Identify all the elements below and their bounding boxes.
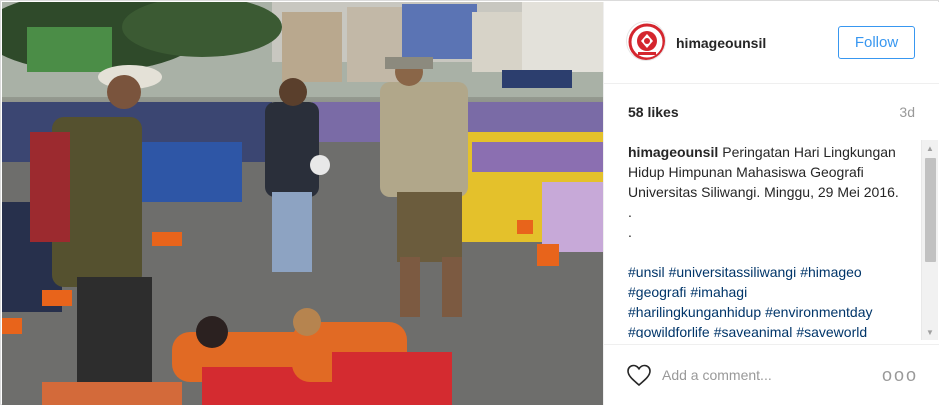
photo-illustration: [2, 2, 603, 405]
instagram-post-embed: himageounsil Follow 58 likes 3d himageou…: [0, 0, 939, 405]
post-age[interactable]: 3d: [899, 104, 915, 120]
hashtag-link[interactable]: #saveworld: [796, 324, 867, 338]
hashtag-link[interactable]: #environmentday: [765, 304, 872, 320]
like-count[interactable]: 58 likes: [628, 104, 679, 120]
post-header: himageounsil Follow: [604, 2, 939, 84]
hashtag-link[interactable]: #universitassiliwangi: [669, 264, 797, 280]
caption-dot: .: [628, 204, 632, 220]
caption-scrollbar[interactable]: ▲ ▼: [921, 140, 938, 340]
hashtag-link[interactable]: #saveanimal: [714, 324, 793, 338]
post-sidebar: himageounsil Follow 58 likes 3d himageou…: [603, 2, 939, 405]
himageo-logo-icon: [628, 23, 665, 60]
heart-outline-icon[interactable]: [626, 363, 652, 387]
follow-button[interactable]: Follow: [838, 26, 915, 59]
post-footer: ooo: [604, 344, 939, 405]
scroll-down-arrow-icon[interactable]: ▼: [922, 324, 938, 340]
hashtag-link[interactable]: #harilingkunganhidup: [628, 304, 761, 320]
post-username[interactable]: himageounsil: [676, 35, 766, 51]
hashtag-link[interactable]: #gowildforlife: [628, 324, 710, 338]
hashtag-link[interactable]: #geografi: [628, 284, 686, 300]
hashtag-link[interactable]: #unsil: [628, 264, 665, 280]
scroll-thumb[interactable]: [925, 158, 936, 262]
hashtag-link[interactable]: #himageo: [800, 264, 862, 280]
more-options-icon[interactable]: ooo: [882, 365, 918, 386]
caption-text-block: himageounsil Peringatan Hari Lingkungan H…: [628, 142, 918, 202]
scroll-up-arrow-icon[interactable]: ▲: [922, 140, 938, 156]
comment-input[interactable]: [662, 362, 862, 388]
avatar[interactable]: [626, 21, 666, 61]
caption: himageounsil Peringatan Hari Lingkungan H…: [628, 142, 918, 338]
caption-dot: .: [628, 224, 632, 240]
hashtag-link[interactable]: #imahagi: [690, 284, 747, 300]
post-photo[interactable]: [2, 2, 603, 405]
hashtag-list: #unsil #universitassiliwangi #himageo #geo…: [628, 262, 918, 338]
caption-username[interactable]: himageounsil: [628, 144, 718, 160]
